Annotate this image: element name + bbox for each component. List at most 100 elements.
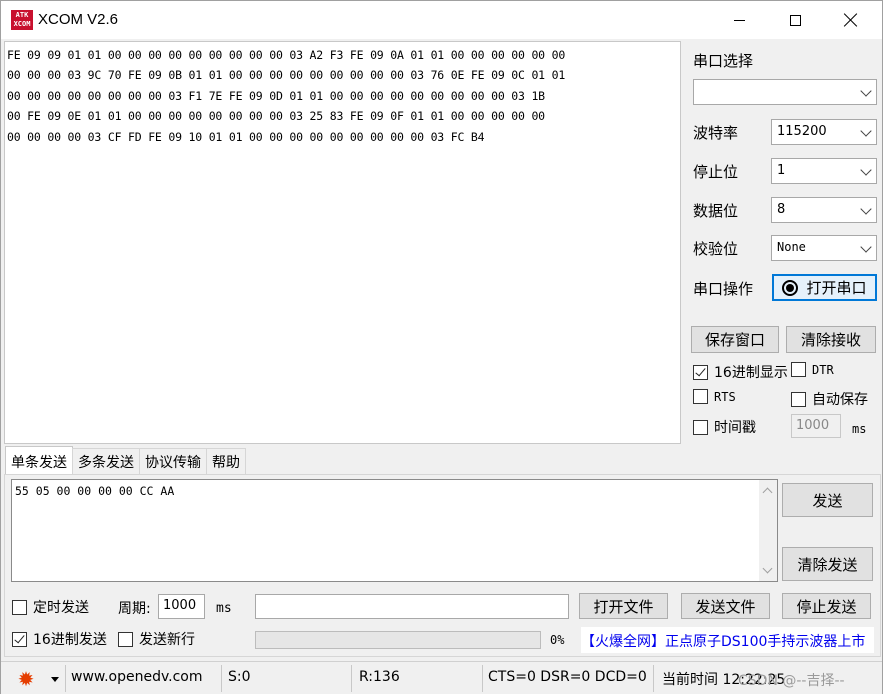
- maximize-button[interactable]: [767, 1, 823, 39]
- status-divider: [221, 665, 222, 692]
- stop-send-label: 停止发送: [796, 597, 857, 616]
- receive-line: 00 00 00 03 9C 70 FE 09 0B 01 01 00 00 0…: [7, 68, 566, 83]
- send-tabs: 单条发送 多条发送 协议传输 帮助: [5, 446, 246, 474]
- send-file-button[interactable]: 发送文件: [681, 593, 770, 619]
- status-divider: [482, 665, 483, 692]
- receive-line: 00 00 00 00 03 CF FD FE 09 10 01 01 00 0…: [7, 129, 485, 144]
- save-window-label: 保存窗口: [704, 331, 765, 349]
- scroll-up-icon: [762, 487, 773, 498]
- timestamp-interval-value: 1000: [796, 418, 830, 433]
- close-icon: [844, 13, 858, 27]
- tab-protocol[interactable]: 协议传输: [139, 448, 207, 474]
- timestamp-interval-input[interactable]: 1000: [791, 414, 841, 438]
- status-divider: [351, 665, 352, 692]
- close-button[interactable]: [823, 1, 879, 39]
- status-divider: [65, 665, 66, 692]
- parity-select[interactable]: None: [771, 235, 877, 261]
- minimize-button[interactable]: [711, 1, 767, 39]
- data-bits-select[interactable]: 8: [771, 197, 877, 223]
- open-file-label: 打开文件: [593, 597, 654, 616]
- tab-single-send[interactable]: 单条发送: [5, 446, 73, 474]
- send-newline-checkbox[interactable]: 发送新行: [118, 629, 195, 649]
- line-status: CTS=0 DSR=0 DCD=0: [488, 669, 647, 685]
- watermark: CSDN @--吉择--: [738, 673, 845, 689]
- status-divider: [653, 665, 654, 692]
- port-select[interactable]: [693, 79, 877, 105]
- checkbox-icon: [693, 419, 708, 435]
- stop-bits-select[interactable]: 1: [771, 158, 877, 184]
- chevron-down-icon: [860, 85, 872, 97]
- logo-text-bottom: XCOM: [13, 20, 31, 28]
- parity-label: 校验位: [693, 240, 739, 258]
- tab-multi-send[interactable]: 多条发送: [72, 448, 140, 474]
- send-input[interactable]: 55 05 00 00 00 00 CC AA: [11, 479, 778, 582]
- hex-display-label: 16进制显示: [714, 365, 788, 381]
- scroll-down-icon: [762, 563, 773, 574]
- rts-checkbox[interactable]: RTS: [693, 389, 736, 404]
- gear-icon[interactable]: ✹: [15, 668, 37, 690]
- checkbox-icon: [791, 391, 806, 407]
- hex-send-label: 16进制发送: [33, 632, 107, 648]
- send-button-label: 发送: [812, 491, 843, 510]
- hex-send-checkbox[interactable]: 16进制发送: [12, 629, 107, 649]
- auto-save-checkbox[interactable]: 自动保存: [791, 389, 868, 409]
- open-file-button[interactable]: 打开文件: [579, 593, 668, 619]
- hex-display-checkbox[interactable]: 16进制显示: [693, 362, 788, 382]
- open-port-label: 打开串口: [806, 279, 867, 297]
- open-port-button[interactable]: 打开串口: [772, 274, 877, 301]
- dtr-label: DTR: [812, 362, 834, 377]
- sent-count: S:0: [228, 669, 251, 685]
- progress-percent: 0%: [550, 633, 565, 647]
- checkbox-icon: [12, 599, 27, 615]
- received-count[interactable]: R:136: [359, 666, 400, 690]
- ad-link[interactable]: 【火爆全网】正点原子DS100手持示波器上市: [581, 627, 874, 653]
- auto-save-label: 自动保存: [812, 392, 868, 408]
- maximize-icon: [789, 14, 801, 26]
- checkbox-checked-icon: [693, 364, 708, 380]
- receive-line: 00 FE 09 0E 01 01 00 00 00 00 00 00 00 0…: [7, 109, 545, 124]
- website-link[interactable]: www.openedv.com: [71, 666, 203, 690]
- chevron-down-icon: [860, 125, 872, 137]
- title-bar[interactable]: ATK XCOM XCOM V2.6: [1, 1, 882, 39]
- send-scrollbar[interactable]: [759, 480, 777, 581]
- file-path-input[interactable]: [255, 594, 569, 619]
- clear-send-button[interactable]: 清除发送: [782, 547, 873, 581]
- chevron-down-icon: [860, 203, 872, 215]
- port-status-icon: [782, 279, 799, 296]
- receive-line: 00 00 00 00 00 00 00 00 03 F1 7E FE 09 0…: [7, 88, 545, 103]
- port-select-label: 串口选择: [693, 52, 754, 70]
- clear-receive-label: 清除接收: [800, 331, 861, 349]
- tab-help[interactable]: 帮助: [206, 448, 246, 474]
- port-operation-label: 串口操作: [693, 280, 754, 298]
- timed-send-label: 定时发送: [33, 600, 89, 616]
- caret-down-icon[interactable]: [51, 677, 59, 682]
- stop-bits-label: 停止位: [693, 163, 739, 181]
- period-input[interactable]: 1000: [158, 594, 205, 619]
- rts-label: RTS: [714, 389, 736, 404]
- timestamp-checkbox[interactable]: 时间戳: [693, 417, 756, 437]
- data-bits-label: 数据位: [693, 202, 739, 220]
- send-input-text: 55 05 00 00 00 00 CC AA: [15, 484, 175, 498]
- minimize-icon: [733, 19, 745, 21]
- send-button[interactable]: 发送: [782, 483, 873, 517]
- timestamp-label: 时间戳: [714, 420, 756, 436]
- timed-send-checkbox[interactable]: 定时发送: [12, 597, 89, 617]
- baud-select[interactable]: 115200: [771, 119, 877, 145]
- clear-receive-button[interactable]: 清除接收: [786, 326, 876, 353]
- save-window-button[interactable]: 保存窗口: [691, 326, 779, 353]
- period-label: 周期:: [118, 601, 151, 617]
- period-value: 1000: [163, 598, 197, 613]
- timestamp-unit: ms: [852, 422, 867, 436]
- stop-bits-value: 1: [777, 163, 786, 178]
- chevron-down-icon: [860, 164, 872, 176]
- stop-send-button[interactable]: 停止发送: [782, 593, 871, 619]
- chevron-down-icon: [860, 241, 872, 253]
- xcom-window: ATK XCOM XCOM V2.6 FE 09 09 01 01 00 00 …: [0, 0, 883, 694]
- dtr-checkbox[interactable]: DTR: [791, 362, 834, 377]
- send-progress-bar: [255, 631, 541, 649]
- receive-area[interactable]: FE 09 09 01 01 00 00 00 00 00 00 00 00 0…: [4, 41, 681, 444]
- send-file-label: 发送文件: [695, 597, 756, 616]
- clear-send-label: 清除发送: [797, 555, 858, 574]
- logo-text-top: ATK: [15, 11, 29, 19]
- baud-label: 波特率: [693, 124, 739, 142]
